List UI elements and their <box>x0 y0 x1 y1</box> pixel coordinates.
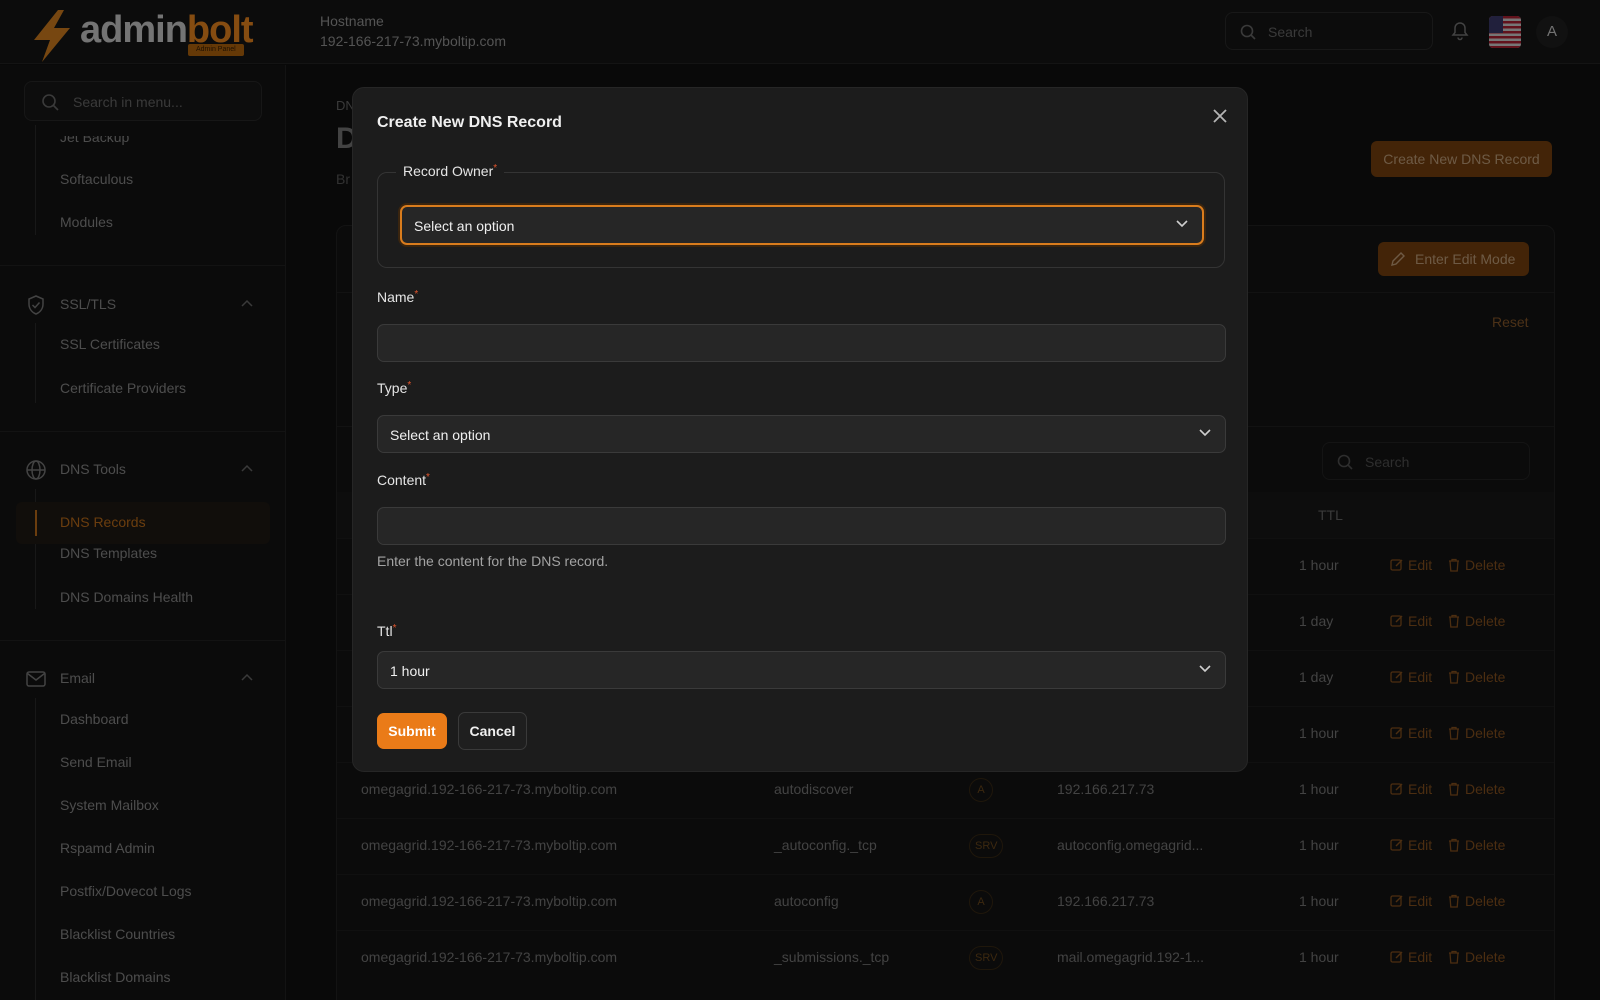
name-input[interactable] <box>377 324 1226 362</box>
type-value: Select an option <box>390 427 491 443</box>
content-help-text: Enter the content for the DNS record. <box>377 553 609 569</box>
chevron-down-icon <box>1199 429 1211 437</box>
ttl-label: Ttl* <box>377 623 396 639</box>
type-label-text: Type <box>377 380 408 396</box>
ttl-select[interactable]: 1 hour <box>377 651 1226 689</box>
name-label: Name* <box>377 289 418 305</box>
chevron-down-icon <box>1176 220 1188 228</box>
name-label-text: Name <box>377 289 415 305</box>
modal-title: Create New DNS Record <box>377 114 562 131</box>
create-dns-record-modal: Create New DNS Record Record Owner* Sele… <box>352 87 1248 772</box>
close-icon[interactable] <box>1211 107 1229 125</box>
required-marker: * <box>493 163 498 174</box>
content-input[interactable] <box>377 507 1226 545</box>
content-label: Content* <box>377 472 430 488</box>
required-marker: * <box>392 623 397 634</box>
record-owner-select[interactable]: Select an option <box>400 205 1204 245</box>
required-marker: * <box>407 380 412 391</box>
chevron-down-icon <box>1199 665 1211 673</box>
record-owner-label: Record Owner* <box>396 163 505 179</box>
type-label: Type* <box>377 380 411 396</box>
record-owner-label-text: Record Owner <box>403 163 494 179</box>
record-owner-value: Select an option <box>414 218 515 234</box>
ttl-label-text: Ttl <box>377 623 393 639</box>
submit-button[interactable]: Submit <box>377 713 447 749</box>
content-label-text: Content <box>377 472 427 488</box>
record-owner-fieldset: Record Owner* Select an option <box>377 163 1225 268</box>
ttl-value: 1 hour <box>390 663 430 679</box>
type-select[interactable]: Select an option <box>377 415 1226 453</box>
required-marker: * <box>426 472 430 483</box>
required-marker: * <box>414 289 419 300</box>
cancel-button[interactable]: Cancel <box>458 712 527 750</box>
